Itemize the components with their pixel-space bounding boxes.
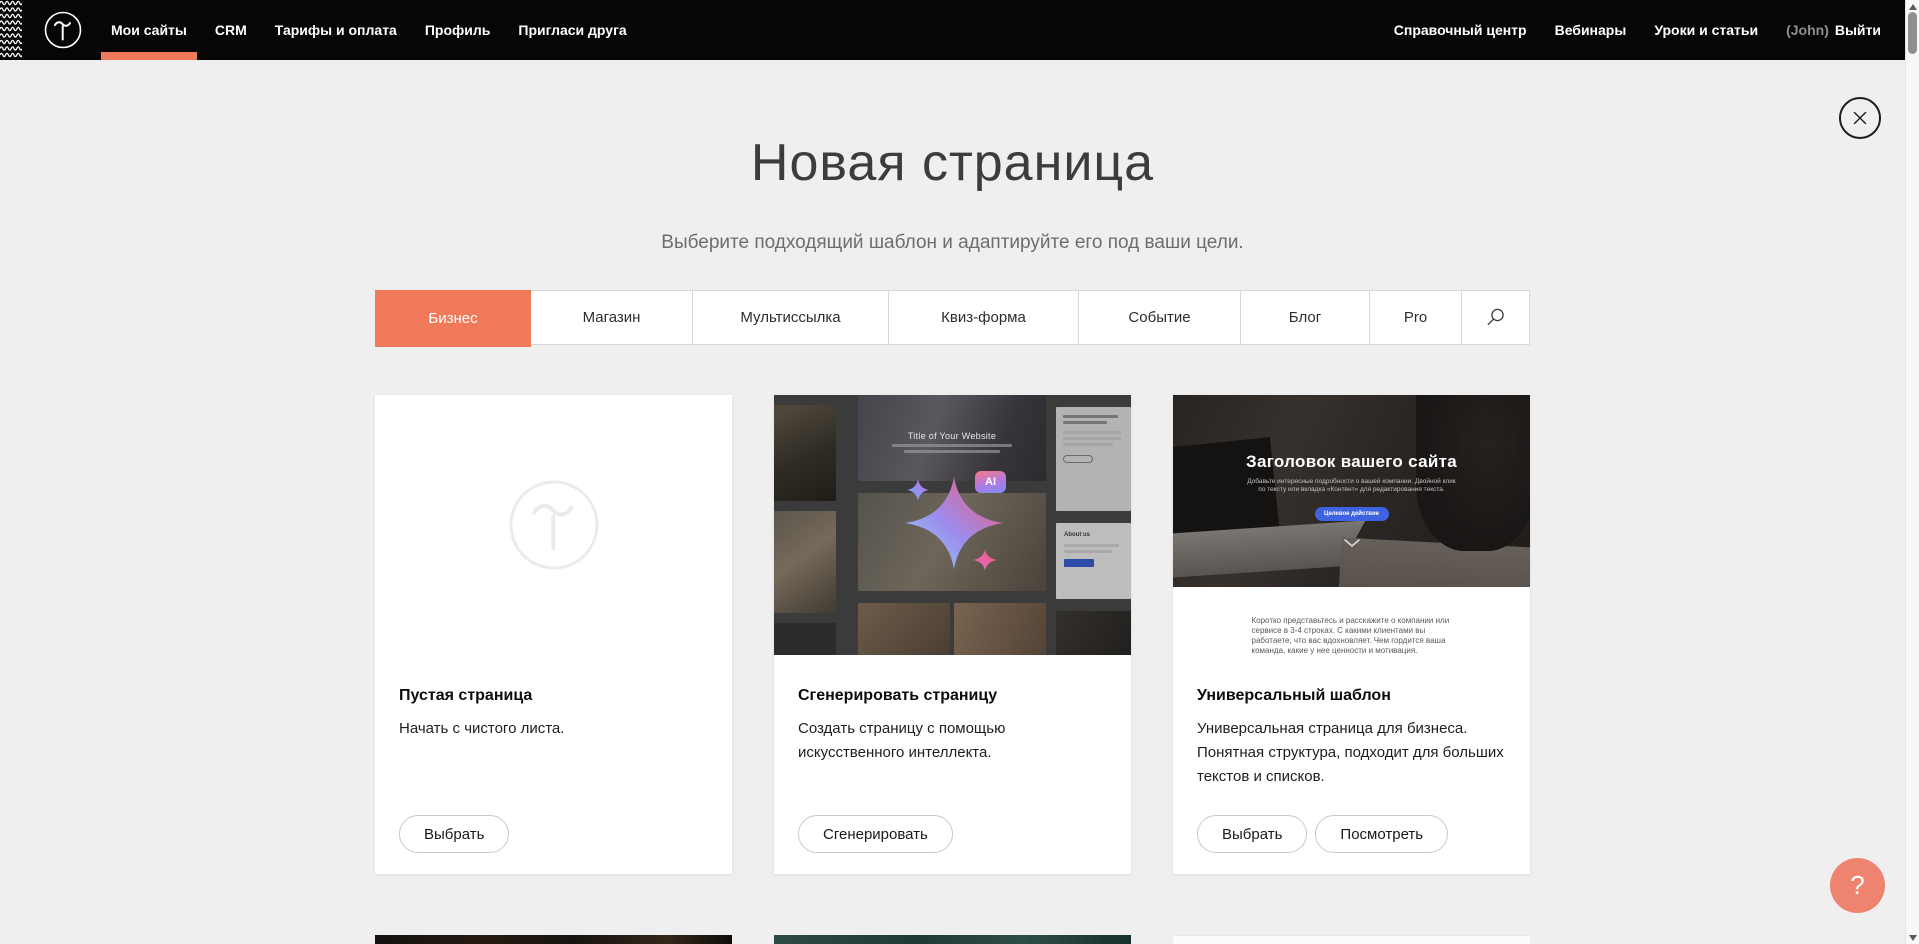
nav-label: Профиль [425, 22, 491, 38]
ai-collage-preview: Title of Your Website About us [774, 395, 1131, 655]
nav-label: Уроки и статьи [1654, 22, 1758, 38]
template-hero-text: Добавьте интересные подробности о вашей … [1247, 478, 1457, 494]
nav-tariffs[interactable]: Тарифы и оплата [265, 0, 407, 60]
card-title: Пустая страница [399, 687, 708, 705]
blank-page-preview [375, 395, 732, 655]
page-subtitle: Выберите подходящий шаблон и адаптируйте… [0, 232, 1905, 254]
search-icon [1485, 307, 1506, 328]
nav-label: Вебинары [1555, 22, 1627, 38]
navbar-left-menu: Мои сайты CRM Тарифы и оплата Профиль Пр… [101, 0, 637, 60]
tab-event[interactable]: Событие [1079, 291, 1241, 344]
select-button[interactable]: Выбрать [399, 815, 509, 853]
scroll-down-arrow-icon[interactable] [1909, 935, 1917, 941]
nav-webinars[interactable]: Вебинары [1545, 0, 1637, 60]
template-body-section: Коротко представьтесь и расскажите о ком… [1173, 587, 1530, 655]
card-title: Универсальный шаблон [1197, 687, 1506, 705]
nav-profile[interactable]: Профиль [415, 0, 501, 60]
scrollbar[interactable] [1905, 0, 1919, 944]
generate-button[interactable]: Сгенерировать [798, 815, 953, 853]
next-row-card-preview[interactable] [375, 935, 732, 944]
template-cta-button: Целевое действие [1315, 507, 1389, 521]
page-title: Новая страница [0, 130, 1905, 196]
tab-shop[interactable]: Магазин [531, 291, 693, 344]
tilda-watermark-icon [507, 478, 601, 572]
card-title: Сгенерировать страницу [798, 687, 1107, 705]
logout-label: Выйти [1835, 22, 1881, 38]
template-card-universal: Заголовок вашего сайта Добавьте интересн… [1173, 395, 1530, 874]
ai-badge: AI [975, 471, 1006, 493]
card-description: Универсальная страница для бизнеса. Поня… [1197, 717, 1506, 789]
ai-sparkle-icon [774, 395, 1131, 655]
next-row-card-preview[interactable] [774, 935, 1131, 944]
next-template-row [375, 935, 1530, 944]
template-category-tabs: Бизнес Магазин Мультиссылка Квиз-форма С… [375, 290, 1530, 345]
nav-crm[interactable]: CRM [205, 0, 257, 60]
template-cards-row: Пустая страница Начать с чистого листа. … [375, 395, 1530, 874]
help-button[interactable]: ? [1830, 858, 1885, 913]
chevron-down-icon [1173, 535, 1530, 553]
template-hero-title: Заголовок вашего сайта [1173, 452, 1530, 472]
template-body-text: Коротко представьтесь и расскажите о ком… [1252, 616, 1452, 655]
navbar-right-menu: Справочный центр Вебинары Уроки и статьи… [1384, 0, 1891, 60]
scroll-up-arrow-icon[interactable] [1909, 4, 1917, 10]
nav-label: Справочный центр [1394, 22, 1527, 38]
nav-logout[interactable]: (John) Выйти [1776, 0, 1891, 60]
card-description: Начать с чистого листа. [399, 717, 708, 741]
nav-label: Мои сайты [111, 22, 187, 38]
zigzag-pattern-icon [0, 0, 22, 60]
nav-my-sites[interactable]: Мои сайты [101, 0, 197, 60]
universal-template-preview: Заголовок вашего сайта Добавьте интересн… [1173, 395, 1530, 655]
tab-pro[interactable]: Pro [1370, 291, 1462, 344]
tab-quiz-form[interactable]: Квиз-форма [889, 291, 1079, 344]
tab-blog[interactable]: Блог [1241, 291, 1370, 344]
tab-multilink[interactable]: Мультиссылка [693, 291, 889, 344]
top-navbar: Мои сайты CRM Тарифы и оплата Профиль Пр… [0, 0, 1905, 60]
close-button[interactable] [1839, 97, 1881, 139]
tab-search[interactable] [1462, 291, 1529, 344]
select-button[interactable]: Выбрать [1197, 815, 1307, 853]
template-card-generate-ai: Title of Your Website About us [774, 395, 1131, 874]
card-description: Создать страницу с помощью искусственног… [798, 717, 1107, 765]
scrollbar-thumb[interactable] [1908, 12, 1917, 54]
close-icon [1851, 109, 1869, 127]
nav-invite-friend[interactable]: Пригласи друга [508, 0, 636, 60]
user-name: (John) [1786, 22, 1829, 38]
nav-help-center[interactable]: Справочный центр [1384, 0, 1537, 60]
new-page-dialog: Новая страница Выберите подходящий шабло… [0, 60, 1905, 944]
tilda-logo-icon[interactable] [44, 11, 82, 49]
nav-label: Пригласи друга [518, 22, 626, 38]
template-card-blank: Пустая страница Начать с чистого листа. … [375, 395, 732, 874]
next-row-card-preview[interactable] [1173, 935, 1530, 944]
tab-business[interactable]: Бизнес [375, 290, 531, 347]
nav-label: Тарифы и оплата [275, 22, 397, 38]
preview-button[interactable]: Посмотреть [1315, 815, 1448, 853]
nav-lessons[interactable]: Уроки и статьи [1644, 0, 1768, 60]
template-hero: Заголовок вашего сайта Добавьте интересн… [1173, 395, 1530, 587]
nav-label: CRM [215, 22, 247, 38]
